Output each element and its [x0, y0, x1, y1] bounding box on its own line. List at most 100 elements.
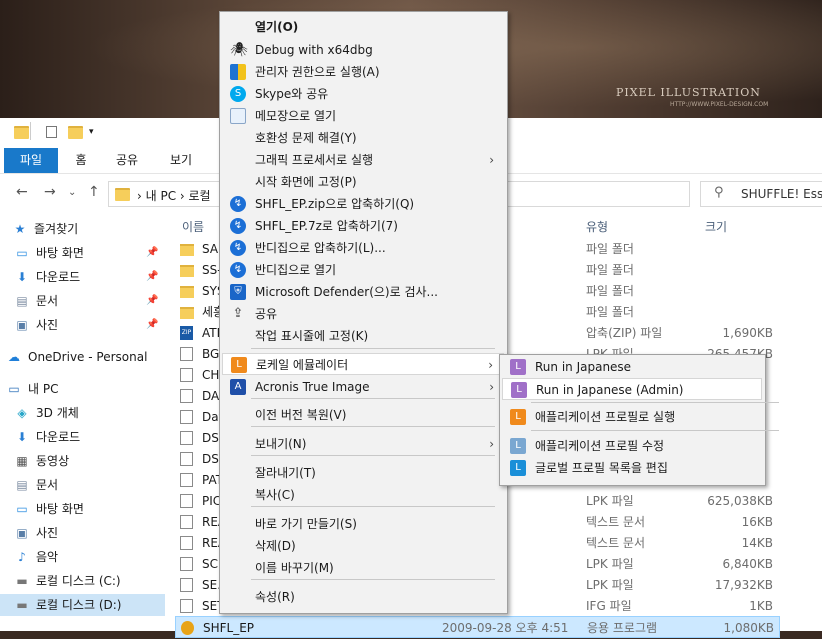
folder-icon — [115, 188, 130, 201]
new-folder-icon[interactable] — [68, 126, 83, 139]
nav-item-로컬-디스크[interactable]: ▬ 로컬 디스크 (D:) — [0, 594, 165, 616]
menu-item-label: SHFL_EP.zip으로 압축하기(Q) — [255, 197, 415, 211]
menu-item-label: Debug with x64dbg — [255, 43, 373, 57]
nav-item-문서[interactable]: ▤ 문서 📌 — [0, 290, 165, 312]
nav-item-label: OneDrive - Personal — [28, 350, 148, 364]
menu-separator — [251, 506, 495, 507]
menu-item-메모장으로-열기[interactable]: 메모장으로 열기 — [222, 105, 504, 127]
up-arrow-icon[interactable]: ↑ — [88, 184, 100, 200]
menu-item-로케일-에뮬레이터[interactable]: L 로케일 에뮬레이터 › — [222, 353, 504, 375]
tab-file[interactable]: 파일 — [4, 148, 58, 173]
nav-item-음악[interactable]: ♪ 음악 — [0, 546, 165, 568]
3d-objects-icon: ◈ — [17, 406, 27, 420]
doc-file-icon — [180, 368, 193, 382]
nav-item-사진[interactable]: ▣ 사진 📌 — [0, 314, 165, 336]
pin-icon: 📌 — [146, 319, 159, 330]
nav-item-사진[interactable]: ▣ 사진 — [0, 522, 165, 544]
tab-share[interactable]: 공유 — [106, 148, 148, 173]
recent-locations-icon[interactable]: ⌄ — [68, 187, 76, 198]
file-size: 1,080KB — [723, 621, 774, 635]
back-arrow-icon[interactable]: ← — [16, 184, 28, 200]
menu-item-관리자-권한으로-실행[interactable]: 관리자 권한으로 실행(A) — [222, 61, 504, 83]
column-header-type[interactable]: 유형 — [586, 218, 608, 236]
menu-item-작업-표시줄에-고정[interactable]: 작업 표시줄에 고정(K) — [222, 325, 504, 347]
file-name: DS — [202, 431, 219, 445]
menu-item-microsoft-defender로-검사[interactable]: ⛨ Microsoft Defender(으)로 검사... — [222, 281, 504, 303]
file-row[interactable]: SHFL_EP 2009-09-28 오후 4:51 응용 프로그램 1,080KB — [175, 616, 780, 638]
nav-item-내-pc[interactable]: ▭ 내 PC — [0, 378, 165, 400]
nav-item-바탕-화면[interactable]: ▭ 바탕 화면 — [0, 498, 165, 520]
menu-item-이름-바꾸기[interactable]: 이름 바꾸기(M) — [222, 557, 504, 579]
file-size: 17,932KB — [714, 578, 773, 592]
menu-item-속성[interactable]: 속성(R) — [222, 586, 504, 608]
tab-home[interactable]: 홈 — [64, 148, 98, 173]
properties-check-icon[interactable] — [46, 126, 57, 138]
menu-item-보내기[interactable]: 보내기(N) › — [222, 433, 504, 455]
menu-item-애플리케이션-프로필-수정[interactable]: L 애플리케이션 프로필 수정 — [502, 435, 762, 457]
tab-view[interactable]: 보기 — [160, 148, 202, 173]
nav-item-다운로드[interactable]: ⬇ 다운로드 📌 — [0, 266, 165, 288]
menu-item-호환성-문제-해결[interactable]: 호환성 문제 해결(Y) — [222, 127, 504, 149]
search-input[interactable]: ⚲ SHUFFLE! Essen — [700, 181, 822, 207]
menu-item-공유[interactable]: ⇪ 공유 — [222, 303, 504, 325]
menu-item-shfl-ep-zip으로-압축하기[interactable]: ↯ SHFL_EP.zip으로 압축하기(Q) — [222, 193, 504, 215]
doc-file-icon — [180, 410, 193, 424]
wallpaper-sub-text: HTTP://WWW.PIXEL-DESIGN.COM — [670, 101, 769, 108]
menu-separator — [251, 348, 495, 349]
menu-item-열기[interactable]: 열기(O) — [222, 16, 504, 38]
share-icon: ⇪ — [232, 306, 244, 321]
menu-item-skype와-공유[interactable]: S Skype와 공유 — [222, 83, 504, 105]
nav-item-label: 로컬 디스크 (D:) — [36, 598, 122, 612]
nav-item-label: 문서 — [36, 294, 59, 308]
defender-icon: ⛨ — [230, 284, 246, 300]
menu-item-삭제[interactable]: 삭제(D) — [222, 535, 504, 557]
nav-item-동영상[interactable]: ▦ 동영상 — [0, 450, 165, 472]
menu-item-잘라내기[interactable]: 잘라내기(T) — [222, 462, 504, 484]
menu-item-acronis-true-image[interactable]: A Acronis True Image › — [222, 376, 504, 398]
menu-item-복사[interactable]: 복사(C) — [222, 484, 504, 506]
customize-toolbar-icon[interactable]: ▾ — [89, 126, 103, 138]
forward-arrow-icon[interactable]: → — [44, 184, 56, 200]
menu-separator — [531, 430, 779, 431]
doc-file-icon — [180, 452, 193, 466]
menu-item-debug-with-x64dbg[interactable]: 🕷 Debug with x64dbg — [222, 39, 504, 61]
menu-item-반디집으로-압축하기[interactable]: ↯ 반디집으로 압축하기(L)... — [222, 237, 504, 259]
column-header-size[interactable]: 크기 — [705, 218, 727, 236]
desktop-icon: ▭ — [16, 502, 28, 516]
menu-item-바로-가기-만들기[interactable]: 바로 가기 만들기(S) — [222, 513, 504, 535]
menu-item-run-in-japanese[interactable]: L Run in Japanese — [502, 356, 762, 378]
file-size: 16KB — [741, 515, 773, 529]
nav-item-문서[interactable]: ▤ 문서 — [0, 474, 165, 496]
column-header-name[interactable]: 이름 — [182, 218, 204, 236]
menu-item-반디집으로-열기[interactable]: ↯ 반디집으로 열기 — [222, 259, 504, 281]
nav-item-로컬-디스크[interactable]: ▬ 로컬 디스크 (C:) — [0, 570, 165, 592]
spider-icon: 🕷 — [230, 42, 248, 58]
nav-item-label: 다운로드 — [36, 430, 81, 444]
file-name: CH — [202, 368, 220, 382]
nav-item-다운로드[interactable]: ⬇ 다운로드 — [0, 426, 165, 448]
chevron-right-icon: › — [489, 437, 494, 451]
folder-icon[interactable] — [14, 126, 29, 139]
menu-item-시작-화면에-고정[interactable]: 시작 화면에 고정(P) — [222, 171, 504, 193]
nav-item-onedrive-personal[interactable]: ☁ OneDrive - Personal — [0, 346, 165, 368]
nav-item-label: 사진 — [36, 318, 59, 332]
nav-item-즐겨찾기[interactable]: ★ 즐겨찾기 — [0, 218, 165, 240]
menu-item-글로벌-프로필-목록을-편집[interactable]: L 글로벌 프로필 목록을 편집 — [502, 457, 762, 479]
acronis-icon: A — [230, 379, 246, 395]
menu-item-label: 반디집으로 열기 — [255, 263, 337, 277]
file-type: LPK 파일 — [586, 557, 634, 571]
videos-icon: ▦ — [16, 454, 28, 468]
download-icon: ⬇ — [16, 430, 28, 444]
folder-file-icon — [180, 265, 194, 277]
nav-item-3d-개체[interactable]: ◈ 3D 개체 — [0, 402, 165, 424]
documents-icon: ▤ — [16, 294, 28, 308]
file-type: IFG 파일 — [586, 599, 632, 613]
nav-item-바탕-화면[interactable]: ▭ 바탕 화면 📌 — [0, 242, 165, 264]
menu-item-shfl-ep-7z로-압축하기[interactable]: ↯ SHFL_EP.7z로 압축하기(7) — [222, 215, 504, 237]
file-size: 1,690KB — [722, 326, 773, 340]
menu-item-애플리케이션-프로필로-실행[interactable]: L 애플리케이션 프로필로 실행 — [502, 406, 762, 428]
menu-item-run-in-japanese[interactable]: L Run in Japanese (Admin) — [502, 378, 762, 400]
menu-item-그래픽-프로세서로-실행[interactable]: 그래픽 프로세서로 실행 › — [222, 149, 504, 171]
menu-item-이전-버전-복원[interactable]: 이전 버전 복원(V) — [222, 404, 504, 426]
bandizip-icon: ↯ — [230, 262, 246, 278]
